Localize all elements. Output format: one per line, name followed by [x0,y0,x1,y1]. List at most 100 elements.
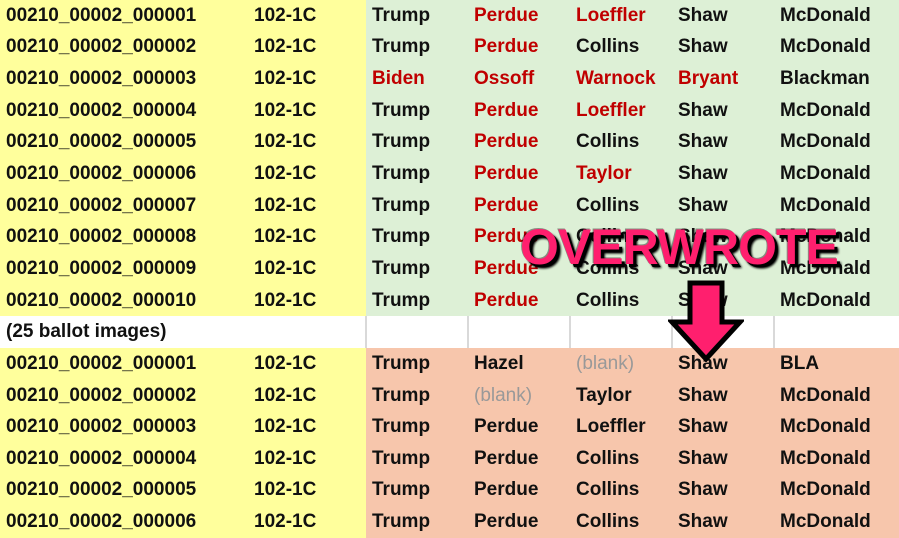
vote-cell[interactable]: Hazel [468,348,570,380]
vote-cell[interactable]: (blank) [570,348,672,380]
vote-cell[interactable]: BLA [774,348,899,380]
vote-cell[interactable]: McDonald [774,31,899,64]
vote-cell[interactable]: McDonald [774,442,899,475]
batch-cell[interactable]: 102-1C [248,411,366,443]
batch-cell[interactable]: 102-1C [248,506,366,538]
ballot-id-cell[interactable]: 00210_00002_000008 [0,221,248,254]
vote-cell[interactable]: Shaw [672,474,774,507]
vote-cell[interactable]: Shaw [672,442,774,475]
vote-cell[interactable]: Trump [366,158,468,190]
vote-cell[interactable]: Perdue [468,94,570,127]
vote-cell[interactable]: Shaw [672,379,774,412]
vote-cell[interactable]: McDonald [774,158,899,190]
vote-cell[interactable]: Trump [366,94,468,127]
vote-cell[interactable]: Shaw [672,0,774,32]
vote-cell[interactable]: McDonald [774,506,899,538]
vote-cell[interactable]: Shaw [672,31,774,64]
vote-cell[interactable]: Loeffler [570,0,672,32]
batch-cell[interactable]: 102-1C [248,126,366,159]
ballot-id-cell[interactable]: 00210_00002_000005 [0,126,248,159]
batch-cell[interactable]: 102-1C [248,284,366,317]
batch-cell[interactable]: 102-1C [248,31,366,64]
vote-cell[interactable]: Trump [366,0,468,32]
vote-cell[interactable]: Trump [366,126,468,159]
vote-cell[interactable]: Perdue [468,0,570,32]
empty-cell[interactable] [248,316,366,349]
batch-cell[interactable]: 102-1C [248,0,366,32]
vote-cell[interactable]: Trump [366,221,468,254]
batch-cell[interactable]: 102-1C [248,379,366,412]
batch-cell[interactable]: 102-1C [248,253,366,285]
vote-cell[interactable]: Warnock [570,63,672,95]
vote-cell[interactable]: Loeffler [570,411,672,443]
vote-cell[interactable]: Trump [366,506,468,538]
ballot-id-cell[interactable]: 00210_00002_000002 [0,31,248,64]
vote-cell[interactable]: Collins [570,284,672,317]
vote-cell[interactable]: Perdue [468,284,570,317]
empty-cell[interactable] [467,316,570,349]
ballot-id-cell[interactable]: 00210_00002_000006 [0,506,248,538]
vote-cell[interactable]: Trump [366,284,468,317]
ballot-id-cell[interactable]: 00210_00002_000009 [0,253,248,285]
ballot-id-cell[interactable]: 00210_00002_000006 [0,158,248,190]
vote-cell[interactable]: Perdue [468,506,570,538]
vote-cell[interactable]: Collins [570,31,672,64]
ballot-id-cell[interactable]: 00210_00002_000005 [0,474,248,507]
vote-cell[interactable]: Biden [366,63,468,95]
vote-cell[interactable]: Trump [366,411,468,443]
vote-cell[interactable]: McDonald [774,284,899,317]
vote-cell[interactable]: Shaw [672,94,774,127]
vote-cell[interactable]: Collins [570,442,672,475]
vote-cell[interactable]: Bryant [672,63,774,95]
empty-cell[interactable] [773,316,899,349]
ballot-id-cell[interactable]: 00210_00002_000004 [0,94,248,127]
vote-cell[interactable]: Blackman [774,63,899,95]
batch-cell[interactable]: 102-1C [248,442,366,475]
vote-cell[interactable]: Trump [366,474,468,507]
vote-cell[interactable]: (blank) [468,379,570,412]
ballot-id-cell[interactable]: 00210_00002_000002 [0,379,248,412]
vote-cell[interactable]: Perdue [468,411,570,443]
empty-cell[interactable] [365,316,468,349]
vote-cell[interactable]: Collins [570,189,672,222]
vote-cell[interactable]: Perdue [468,158,570,190]
vote-cell[interactable]: Trump [366,253,468,285]
ballot-id-cell[interactable]: 00210_00002_000003 [0,63,248,95]
batch-cell[interactable]: 102-1C [248,348,366,380]
vote-cell[interactable]: Shaw [672,189,774,222]
vote-cell[interactable]: Trump [366,31,468,64]
vote-cell[interactable]: Collins [570,126,672,159]
ballot-id-cell[interactable]: 00210_00002_000007 [0,189,248,222]
vote-cell[interactable]: McDonald [774,126,899,159]
vote-cell[interactable]: Perdue [468,189,570,222]
vote-cell[interactable]: Shaw [672,411,774,443]
ballot-id-cell[interactable]: 00210_00002_000010 [0,284,248,317]
vote-cell[interactable]: Shaw [672,158,774,190]
vote-cell[interactable]: McDonald [774,94,899,127]
vote-cell[interactable]: Collins [570,506,672,538]
ballot-id-cell[interactable]: 00210_00002_000001 [0,348,248,380]
vote-cell[interactable]: Trump [366,442,468,475]
vote-cell[interactable]: Trump [366,189,468,222]
vote-cell[interactable]: Trump [366,348,468,380]
batch-cell[interactable]: 102-1C [248,94,366,127]
batch-cell[interactable]: 102-1C [248,221,366,254]
ballot-id-cell[interactable]: 00210_00002_000004 [0,442,248,475]
vote-cell[interactable]: Perdue [468,31,570,64]
batch-cell[interactable]: 102-1C [248,189,366,222]
vote-cell[interactable]: Taylor [570,379,672,412]
vote-cell[interactable]: Ossoff [468,63,570,95]
batch-cell[interactable]: 102-1C [248,474,366,507]
batch-cell[interactable]: 102-1C [248,63,366,95]
vote-cell[interactable]: Perdue [468,474,570,507]
vote-cell[interactable]: McDonald [774,474,899,507]
vote-cell[interactable]: Taylor [570,158,672,190]
vote-cell[interactable]: McDonald [774,0,899,32]
empty-cell[interactable] [569,316,672,349]
ballot-id-cell[interactable]: 00210_00002_000003 [0,411,248,443]
vote-cell[interactable]: Trump [366,379,468,412]
vote-cell[interactable]: Loeffler [570,94,672,127]
vote-cell[interactable]: Collins [570,474,672,507]
vote-cell[interactable]: McDonald [774,411,899,443]
vote-cell[interactable]: Perdue [468,126,570,159]
